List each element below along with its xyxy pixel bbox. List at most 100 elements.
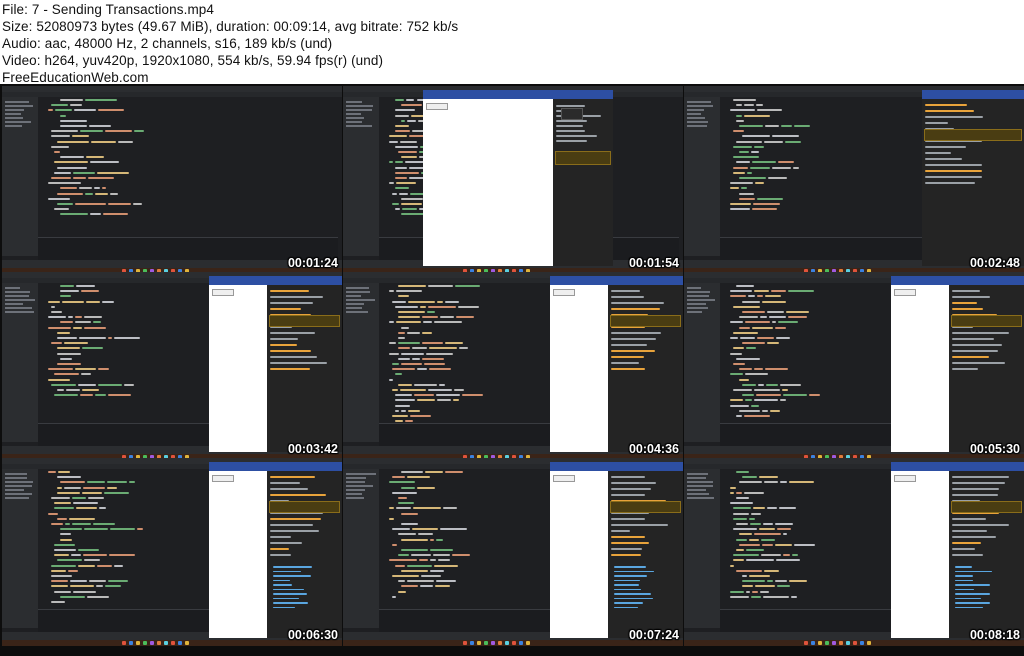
code-token bbox=[401, 409, 406, 412]
console-warning bbox=[610, 315, 681, 327]
browser-window bbox=[550, 462, 683, 638]
code-token bbox=[733, 166, 749, 169]
console-line bbox=[955, 566, 972, 568]
code-token bbox=[87, 177, 114, 179]
code-token bbox=[428, 305, 456, 308]
code-token bbox=[733, 517, 748, 520]
code-token bbox=[81, 347, 104, 350]
console-line bbox=[952, 488, 999, 490]
console-line bbox=[611, 356, 644, 358]
sidebar-file-item bbox=[346, 101, 362, 103]
code-token bbox=[83, 559, 101, 562]
sidebar-file-item bbox=[687, 101, 711, 103]
project-sidebar bbox=[343, 283, 379, 442]
code-token bbox=[98, 383, 123, 386]
code-token bbox=[395, 187, 409, 190]
code-token bbox=[48, 316, 67, 319]
code-token bbox=[730, 373, 744, 376]
code-token bbox=[54, 208, 70, 211]
code-token bbox=[54, 502, 71, 505]
sidebar-file-item bbox=[5, 493, 32, 495]
code-token bbox=[398, 580, 406, 583]
sidebar-file-item bbox=[5, 113, 21, 115]
code-token bbox=[429, 538, 435, 541]
send-money-button bbox=[553, 289, 575, 296]
code-token bbox=[89, 161, 120, 164]
code-token bbox=[401, 213, 426, 216]
project-sidebar bbox=[2, 97, 38, 256]
taskbar-app-icon bbox=[519, 641, 523, 645]
code-token bbox=[97, 368, 109, 371]
code-token bbox=[730, 564, 735, 567]
code-token bbox=[48, 471, 57, 473]
code-token bbox=[401, 523, 418, 525]
code-token bbox=[754, 145, 765, 148]
code-token bbox=[745, 559, 774, 562]
console-line bbox=[611, 554, 642, 556]
code-token bbox=[54, 394, 78, 397]
code-token bbox=[88, 125, 112, 127]
code-token bbox=[416, 399, 435, 402]
terminal-panel bbox=[720, 423, 892, 446]
sidebar-file-item bbox=[346, 287, 369, 289]
code-token bbox=[86, 156, 105, 159]
sidebar-file-item bbox=[346, 477, 367, 479]
code-token bbox=[109, 192, 119, 195]
taskbar-app-icon bbox=[498, 641, 502, 645]
console-line bbox=[952, 554, 984, 556]
code-token bbox=[750, 166, 771, 169]
video-thumbnail: 00:02:48 bbox=[684, 86, 1024, 274]
code-token bbox=[765, 368, 789, 371]
code-token bbox=[54, 590, 72, 593]
code-token bbox=[746, 549, 765, 551]
code-token bbox=[421, 357, 445, 360]
code-token bbox=[410, 554, 432, 557]
sidebar-file-item bbox=[5, 481, 34, 483]
code-token bbox=[396, 182, 417, 185]
thumbnail-timestamp: 00:04:36 bbox=[628, 442, 679, 456]
code-token bbox=[733, 156, 759, 159]
console-line bbox=[614, 584, 639, 586]
code-token bbox=[60, 357, 72, 360]
code-token bbox=[750, 523, 762, 525]
code-token bbox=[730, 290, 753, 293]
code-token bbox=[435, 394, 461, 397]
console-line bbox=[270, 548, 289, 550]
console-line bbox=[273, 606, 295, 608]
code-token bbox=[791, 595, 798, 598]
sidebar-file-item bbox=[687, 303, 706, 305]
code-token bbox=[789, 580, 808, 583]
code-token bbox=[51, 305, 56, 308]
console-line bbox=[952, 356, 990, 358]
console-line bbox=[925, 146, 966, 148]
code-token bbox=[775, 326, 786, 329]
code-token bbox=[736, 114, 742, 117]
code-token bbox=[444, 300, 460, 303]
code-token bbox=[392, 368, 416, 371]
browser-tab-bar bbox=[209, 462, 342, 471]
file-size-line: Size: 52080973 bytes (49.67 MiB), durati… bbox=[2, 19, 459, 34]
sidebar-file-item bbox=[687, 485, 714, 487]
browser-devtools bbox=[267, 285, 342, 452]
sidebar-file-item bbox=[5, 105, 34, 107]
code-token bbox=[410, 114, 424, 117]
code-token bbox=[749, 517, 755, 520]
sidebar-file-item bbox=[687, 311, 703, 313]
code-token bbox=[60, 290, 80, 293]
code-token bbox=[107, 203, 132, 205]
console-line bbox=[614, 593, 651, 595]
code-token bbox=[422, 331, 432, 334]
code-token bbox=[97, 171, 130, 174]
code-token bbox=[445, 471, 463, 473]
console-line bbox=[955, 597, 982, 599]
console-line bbox=[952, 296, 990, 298]
browser-tab-bar bbox=[891, 462, 1024, 471]
code-token bbox=[733, 554, 759, 557]
code-token bbox=[72, 523, 91, 525]
console-line bbox=[614, 597, 653, 599]
code-token bbox=[392, 363, 400, 365]
sidebar-file-item bbox=[687, 493, 709, 495]
console-line bbox=[925, 170, 982, 172]
console-line bbox=[611, 524, 669, 526]
code-token bbox=[760, 316, 768, 319]
